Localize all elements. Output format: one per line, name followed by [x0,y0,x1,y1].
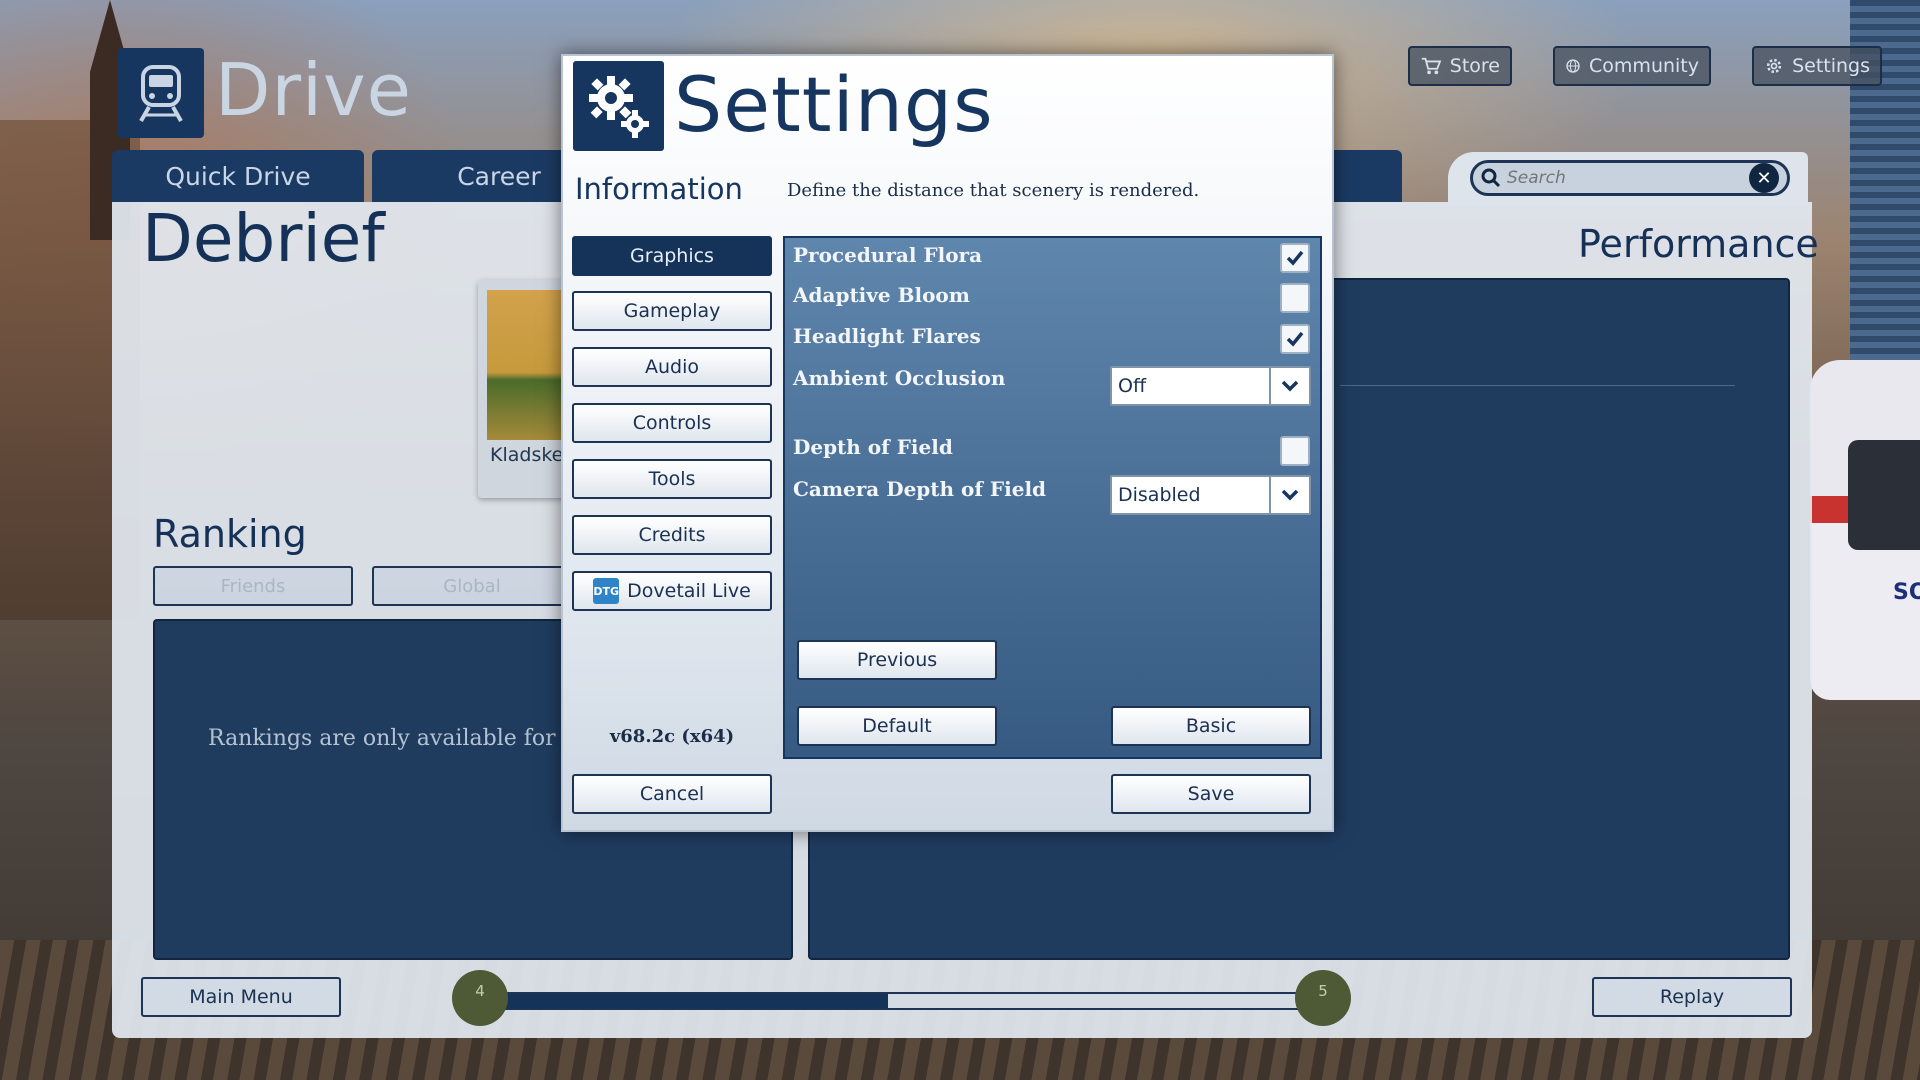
adaptive-bloom-checkbox[interactable] [1280,283,1310,313]
camera-depth-of-field-dropdown[interactable]: Disabled [1110,475,1311,515]
headlight-flares-checkbox[interactable] [1280,324,1310,354]
procedural-flora-checkbox[interactable] [1280,243,1310,273]
default-button[interactable]: Default [797,706,997,746]
sidebar-item-credits[interactable]: Credits [572,515,772,555]
replay-button[interactable]: Replay [1592,977,1792,1017]
gears-icon [588,76,649,138]
page-title: Debrief [142,200,385,277]
progress-fill [502,994,888,1008]
dialog-title: Settings [674,60,994,149]
search-icon [1481,168,1501,188]
ranking-title: Ranking [153,512,307,556]
main-menu-button[interactable]: Main Menu [141,977,341,1017]
save-button[interactable]: Save [1111,774,1311,814]
settings-top-label: Settings [1792,55,1870,77]
train-icon [139,65,183,122]
sidebar-item-graphics[interactable]: Graphics [572,236,772,276]
search-field[interactable]: ✕ [1470,160,1790,196]
sidebar-item-tools[interactable]: Tools [572,459,772,499]
camera-depth-of-field-value: Disabled [1118,484,1201,506]
ranking-global-button[interactable]: Global [372,566,572,606]
store-label: Store [1449,55,1500,77]
chevron-down-icon [1269,477,1309,513]
close-icon[interactable]: ✕ [1749,163,1779,193]
depth-of-field-checkbox[interactable] [1280,436,1310,466]
ranking-friends-button[interactable]: Friends [153,566,353,606]
community-label: Community [1589,55,1699,77]
information-label: Information [575,172,743,206]
checkmark-icon [1286,331,1304,347]
basic-button[interactable]: Basic [1111,706,1311,746]
adaptive-bloom-label: Adaptive Bloom [793,283,970,307]
checkmark-icon [1286,250,1304,266]
cancel-button[interactable]: Cancel [572,774,772,814]
globe-icon [1566,59,1580,73]
performance-title: Performance [1578,222,1819,266]
settings-top-button[interactable]: Settings [1752,46,1882,86]
sidebar-item-audio[interactable]: Audio [572,347,772,387]
community-button[interactable]: Community [1553,46,1711,86]
route-name: Kladske [490,444,564,466]
search-input[interactable] [1507,168,1743,188]
dovetail-live-label: Dovetail Live [627,580,751,602]
tab-quick-drive[interactable]: Quick Drive [112,150,364,202]
gear-icon [1766,58,1782,74]
version-label: v68.2c (x64) [609,726,735,747]
performance-divider [1340,385,1735,386]
ambient-occlusion-dropdown[interactable]: Off [1110,366,1311,406]
app-logo-text: Drive [215,48,412,132]
sidebar-item-controls[interactable]: Controls [572,403,772,443]
app-logo [118,48,204,138]
ambient-occlusion-label: Ambient Occlusion [793,366,1006,390]
dovetail-live-icon: DTG [593,578,620,604]
chevron-down-icon [1269,368,1309,404]
setting-description: Define the distance that scenery is rend… [787,180,1200,201]
sidebar-item-gameplay[interactable]: Gameplay [572,291,772,331]
progress-end-marker: 5 [1295,970,1351,1026]
headlight-flares-label: Headlight Flares [793,324,981,348]
ranking-message: Rankings are only available for C [208,726,580,751]
previous-button[interactable]: Previous [797,640,997,680]
ambient-occlusion-value: Off [1118,375,1147,397]
depth-of-field-label: Depth of Field [793,435,953,459]
background-train-window [1848,440,1920,550]
background-train-livery: SOU [1893,580,1920,605]
sidebar-item-dovetail-live[interactable]: DTG Dovetail Live [572,571,772,611]
procedural-flora-label: Procedural Flora [793,243,983,267]
progress-start-marker: 4 [452,970,508,1026]
cart-icon [1421,57,1442,75]
store-button[interactable]: Store [1408,46,1512,86]
camera-depth-of-field-label: Camera Depth of Field [793,477,1047,501]
settings-dialog-icon [573,61,664,151]
